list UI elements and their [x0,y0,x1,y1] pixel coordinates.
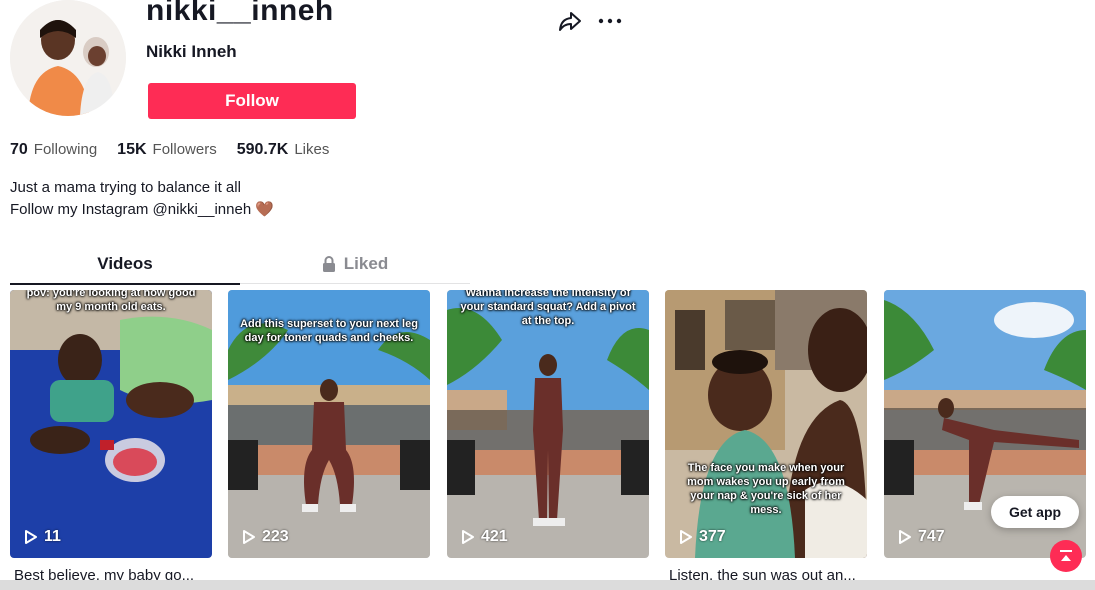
more-icon[interactable] [596,8,624,34]
video-thumbnail [447,290,649,558]
video-overlay-text: Add this superset to your next leg day f… [240,318,418,344]
likes-stat: 590.7K Likes [237,141,330,159]
play-icon [243,530,255,544]
video-card[interactable]: Wanna increase the intensity of your sta… [447,290,649,558]
following-count: 70 [10,141,28,158]
play-icon [680,530,692,544]
username: nikki__inneh [146,0,334,27]
followers-stat[interactable]: 15K Followers [117,141,217,159]
view-count-value: 421 [481,528,508,545]
view-count: 747 [898,528,945,546]
avatar[interactable] [10,0,126,116]
likes-label: Likes [294,141,330,158]
view-count-value: 747 [918,528,945,545]
video-card[interactable]: The face you make when your mom wakes yo… [665,290,867,558]
view-count-value: 11 [44,528,61,545]
video-overlay-text: pov: you're looking at how good my 9 mon… [26,290,196,313]
tab-videos-label: Videos [97,254,153,273]
bio: Just a mama trying to balance it all Fol… [10,177,274,221]
view-count: 421 [461,528,508,546]
tab-liked[interactable]: Liked [240,247,470,281]
avatar-photo [10,0,126,116]
view-count: 377 [679,528,726,546]
profile-tabs: Videos Liked [10,247,470,285]
video-thumbnail [10,290,212,558]
likes-count: 590.7K [236,141,289,158]
play-icon [462,530,474,544]
horizontal-scrollbar[interactable] [0,580,1095,590]
scroll-up-icon [1060,550,1072,561]
bio-line: Follow my Instagram @nikki__inneh 🤎 [10,201,275,218]
tab-liked-label: Liked [343,254,389,273]
following-label: Following [33,141,98,158]
view-count: 223 [242,528,289,546]
share-icon[interactable] [557,8,583,34]
video-card[interactable]: pov: you're looking at how good my 9 mon… [10,290,212,558]
view-count-value: 223 [262,528,289,545]
nickname: Nikki Inneh [146,42,237,61]
scroll-to-top-button[interactable] [1050,540,1082,572]
lock-icon [322,256,335,272]
tab-videos[interactable]: Videos [10,247,240,281]
following-stat[interactable]: 70 Following [10,141,97,159]
video-thumbnail [665,290,867,558]
followers-label: Followers [152,141,217,158]
play-icon [899,530,911,544]
followers-count: 15K [117,141,147,158]
follow-button[interactable]: Follow [148,83,356,119]
get-app-button[interactable]: Get app [991,496,1079,528]
video-overlay-text: The face you make when your mom wakes yo… [687,462,845,516]
video-overlay-text: Wanna increase the intensity of your sta… [460,290,636,327]
video-card[interactable]: Add this superset to your next leg day f… [228,290,430,558]
view-count-value: 377 [699,528,726,545]
profile-stats: 70 Following 15K Followers 590.7K Likes [10,141,329,159]
play-icon [25,530,37,544]
active-tab-indicator [10,283,240,285]
bio-line: Just a mama trying to balance it all [10,179,241,196]
view-count: 11 [24,528,61,546]
